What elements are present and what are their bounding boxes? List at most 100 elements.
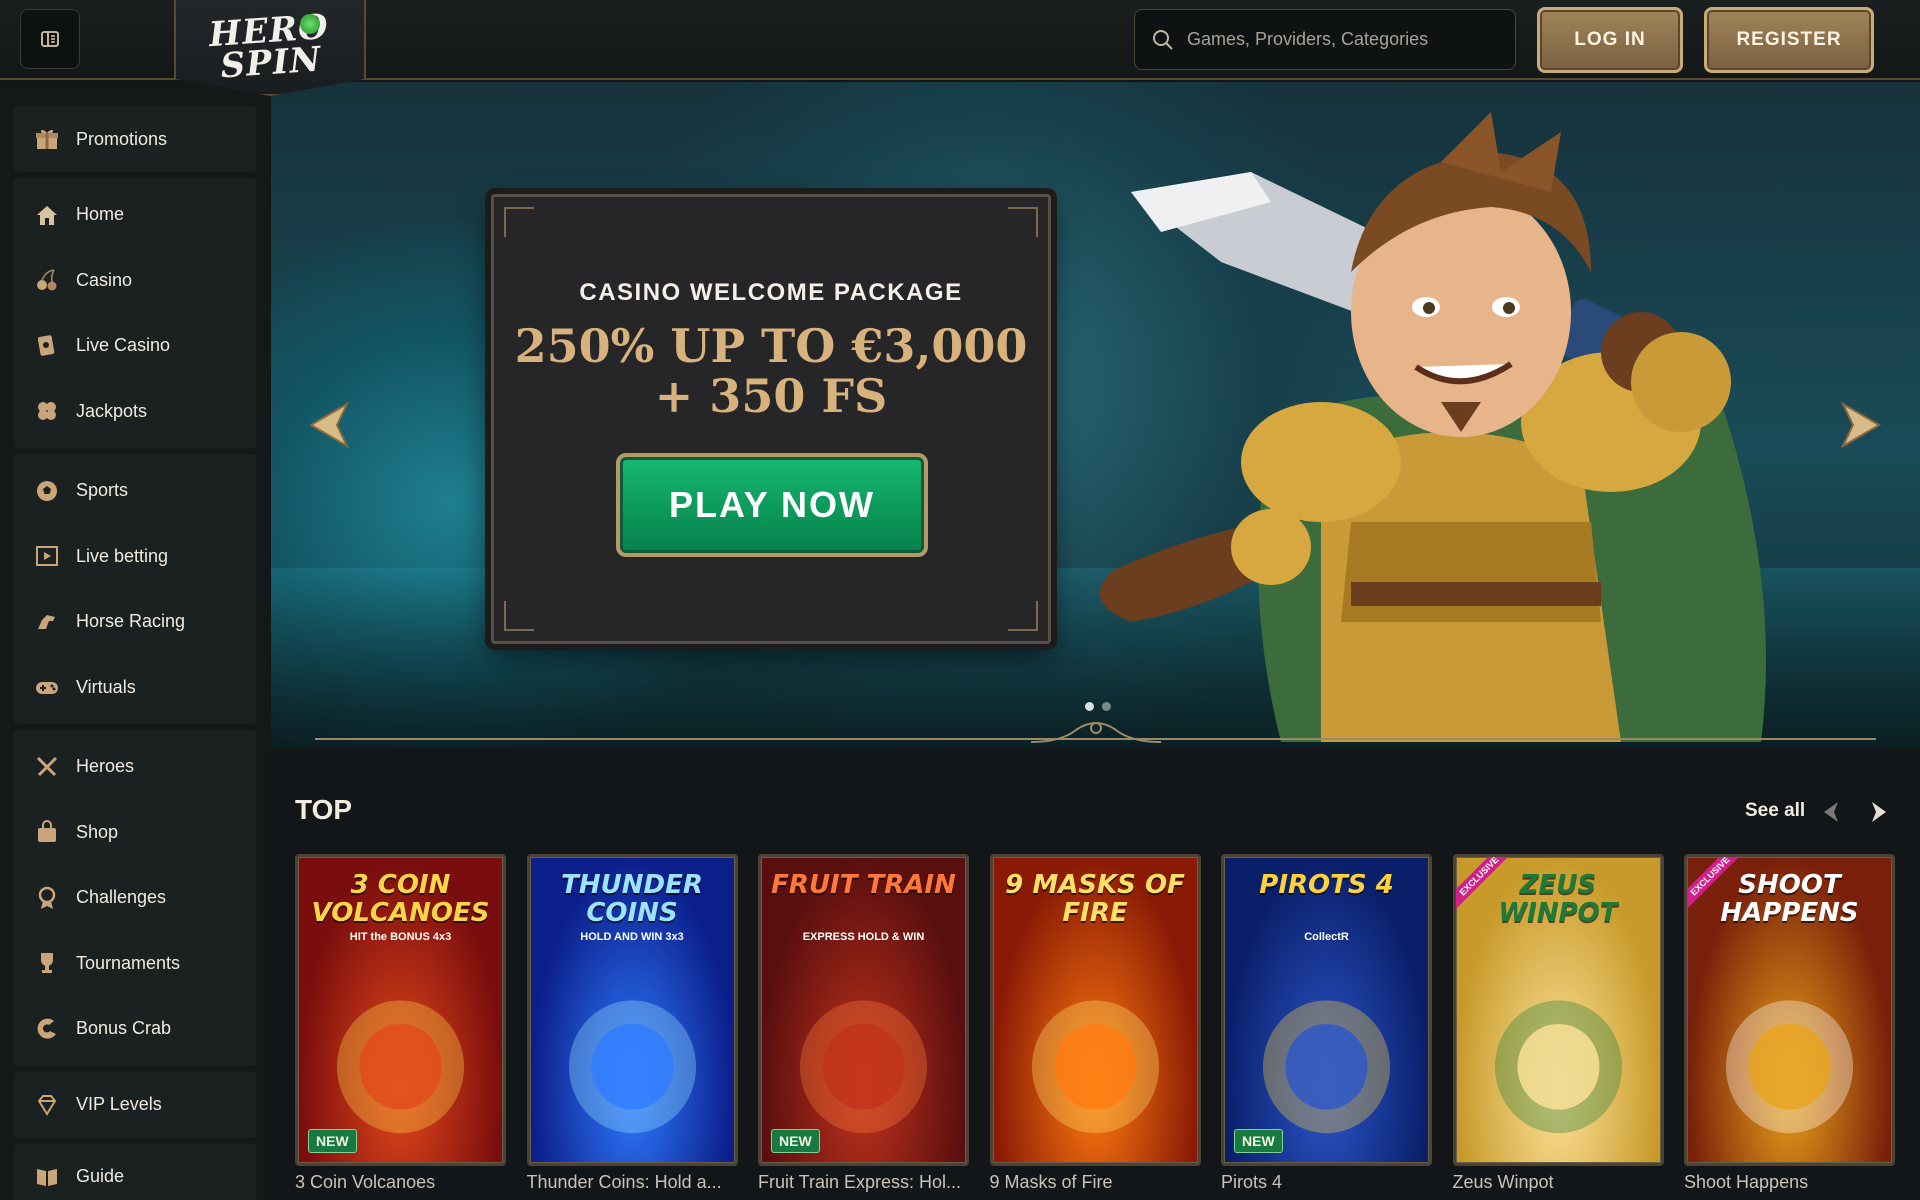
menu-toggle-button[interactable] [20,9,80,69]
game-name[interactable]: Zeus Winpot [1453,1172,1664,1193]
sidebar-item-shop[interactable]: Shop [14,800,256,866]
game-art [568,1000,696,1134]
promo-amount-line2: + 350 FS [654,369,888,423]
sidebar-item-label: Live betting [76,545,169,566]
sidebar-item-label: VIP Levels [76,1094,162,1114]
sidebar-item-home[interactable]: Home [14,182,256,248]
sidebar-item-label: Sports [76,480,129,501]
hero-next-arrow-icon[interactable] [1839,400,1883,450]
live-betting-icon [32,541,62,571]
game-name[interactable]: Thunder Coins: Hold a... [527,1172,738,1193]
top-header: HERO SPIN LOG IN REGISTER [0,0,1920,96]
game-card[interactable]: THUNDER COINS HOLD AND WIN 3x3 Thunder Coi… [526,854,738,1193]
game-name[interactable]: 9 Masks of Fire [990,1172,1201,1193]
game-thumbnail[interactable]: ZEUS WINPOT EXCLUSIVE [1452,854,1664,1166]
game-thumbnail[interactable]: PIROTS 4 CollectR NEW [1221,854,1432,1166]
game-carousel: 3 COIN VOLCANOES HIT the BONUS 4x3 NEW 3 Co… [295,854,1920,1200]
game-tile-title: PIROTS 4 [1259,870,1394,900]
sidebar-item-horse-racing[interactable]: Horse Racing [14,589,256,655]
game-thumbnail[interactable]: THUNDER COINS HOLD AND WIN 3x3 [526,854,738,1166]
search-box[interactable] [1134,9,1516,70]
game-card[interactable]: FRUIT TRAIN EXPRESS HOLD & WIN NEW Fruit Tr… [758,854,969,1193]
game-thumbnail[interactable]: FRUIT TRAIN EXPRESS HOLD & WIN NEW [758,854,969,1166]
sidebar-item-live-casino[interactable]: Live Casino [14,313,256,379]
game-tile-title: 9 MASKS OF FIRE [1005,870,1185,928]
sidebar-item-label: Challenges [76,887,167,908]
sidebar-item-bonus-crab[interactable]: Bonus Crab [14,996,256,1062]
carousel-dots [1085,702,1111,711]
game-thumbnail[interactable]: SHOOT HAPPENS EXCLUSIVE [1684,854,1895,1166]
section-title-top: TOP [295,794,353,825]
login-button[interactable]: LOG IN [1537,7,1683,73]
game-art [1494,1000,1622,1134]
chevron-left-icon[interactable] [1820,800,1844,824]
sidebar-group-sports: Sports Live betting Horse Racing Virtual… [14,454,256,724]
game-name[interactable]: Shoot Happens [1684,1172,1895,1193]
diamond-icon [32,1090,62,1120]
sidebar-group-casino: Home Casino Live Casino Jackpots [14,178,256,448]
promo-amount-line1: 250% UP TO €3,000 [514,319,1028,373]
hero-prev-arrow-icon[interactable] [307,400,351,450]
shopping-bag-icon [32,817,62,847]
game-tile-title: SHOOT HAPPENS [1720,870,1859,928]
see-all-link[interactable]: See all [1745,800,1805,822]
chevron-right-icon[interactable] [1866,800,1890,824]
sidebar-item-tournaments[interactable]: Tournaments [14,931,256,997]
game-tile-title: ZEUS WINPOT [1498,870,1618,928]
game-card[interactable]: ZEUS WINPOT EXCLUSIVE Zeus Winpot [1452,854,1664,1193]
carousel-dot[interactable] [1102,702,1111,711]
carousel-dot[interactable] [1085,702,1094,711]
sidebar-item-jackpots[interactable]: Jackpots [14,379,256,445]
game-name[interactable]: Pirots 4 [1221,1172,1432,1193]
search-input[interactable] [1187,29,1507,50]
sidebar-item-vip-levels[interactable]: VIP Levels [14,1076,256,1134]
crab-icon [32,1014,62,1044]
card-corner-ornament [504,207,534,237]
game-tile-subtitle: HIT the BONUS 4x3 [349,931,452,943]
game-thumbnail[interactable]: 9 MASKS OF FIRE [989,854,1201,1166]
promo-amount: 250% UP TO €3,000 + 350 FS [494,321,1048,421]
sidebar-item-heroes[interactable]: Heroes [14,734,256,800]
sidebar-item-guide[interactable]: Guide [14,1148,256,1200]
live-casino-icon [32,331,62,361]
sidebar-item-casino[interactable]: Casino [14,248,256,314]
game-name[interactable]: 3 Coin Volcanoes [295,1172,506,1193]
sidebar-item-label: Bonus Crab [76,1018,172,1039]
sidebar-item-label: Home [76,204,125,225]
sidebar-item-virtuals[interactable]: Virtuals [14,655,256,721]
crossed-swords-icon [32,752,62,782]
game-art [1725,1000,1854,1134]
sidebar-item-promotions[interactable]: Promotions [14,110,256,168]
sidebar-group-vip: VIP Levels [14,1071,256,1138]
game-thumbnail[interactable]: 3 COIN VOLCANOES HIT the BONUS 4x3 NEW [295,854,506,1166]
game-tile-subtitle: HOLD AND WIN 3x3 [580,931,684,943]
play-now-button[interactable]: PLAY NOW [616,453,928,557]
cherries-icon [32,265,62,295]
new-badge: NEW [1234,1129,1283,1153]
sidebar-group-guide: Guide [14,1143,256,1200]
brand-logo[interactable]: HERO SPIN [174,0,366,96]
sidebar-item-label: Horse Racing [76,611,186,632]
sidebar-item-label: Virtuals [76,676,136,697]
hero-character-illustration [1099,112,1766,742]
game-tile-subtitle: EXPRESS HOLD & WIN [802,931,925,943]
sidebar-item-live-betting[interactable]: Live betting [14,524,256,590]
trophy-icon [32,948,62,978]
game-card[interactable]: SHOOT HAPPENS EXCLUSIVE Shoot Happens [1684,854,1895,1193]
game-name[interactable]: Fruit Train Express: Hol... [758,1172,969,1193]
game-card[interactable]: 9 MASKS OF FIRE 9 Masks of Fire [989,854,1201,1193]
game-card[interactable]: PIROTS 4 CollectR NEW Pirots 4 [1221,854,1432,1193]
sidebar-item-label: Guide [76,1166,125,1186]
medal-icon [32,883,62,913]
card-corner-ornament [1008,601,1038,631]
soccer-ball-icon [32,476,62,506]
game-card[interactable]: 3 COIN VOLCANOES HIT the BONUS 4x3 NEW 3 Co… [295,854,506,1193]
register-button[interactable]: REGISTER [1704,7,1874,73]
sidebar-item-sports[interactable]: Sports [14,458,256,524]
hero-banner: CASINO WELCOME PACKAGE 250% UP TO €3,000… [271,82,1920,748]
game-tile-title: THUNDER COINS [561,870,703,928]
home-icon [32,200,62,230]
gamepad-icon [32,672,62,702]
sidebar-item-challenges[interactable]: Challenges [14,865,256,931]
horse-icon [32,607,62,637]
